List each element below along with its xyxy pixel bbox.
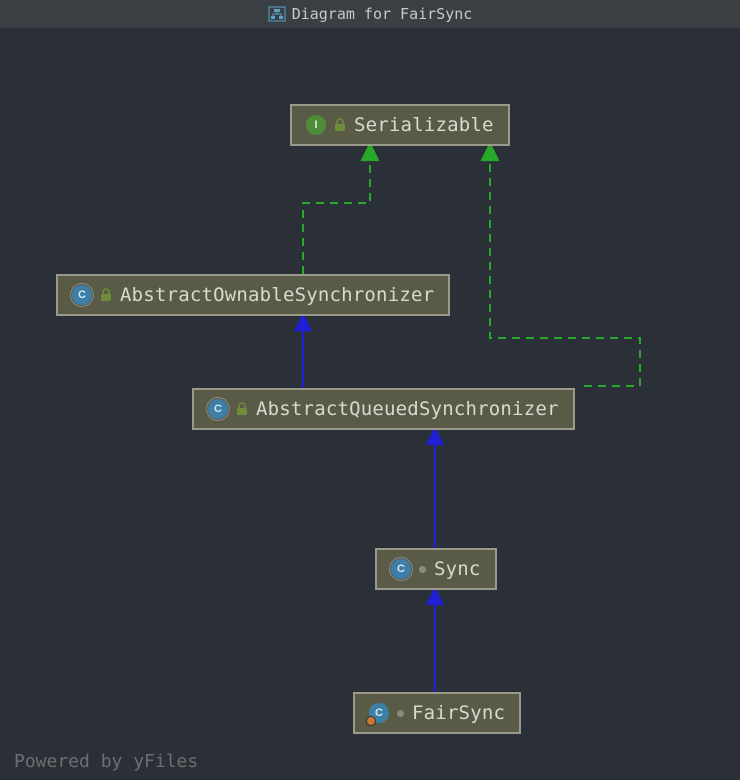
lock-icon [236,402,248,416]
node-label: AbstractOwnableSynchronizer [120,284,434,306]
interface-icon: I [306,115,326,135]
node-label: Serializable [354,114,494,136]
abstract-class-icon: C [391,559,411,579]
package-visibility-icon [419,566,426,573]
diagram-title: Diagram for FairSync [292,5,473,23]
node-label: Sync [434,558,481,580]
node-label: AbstractQueuedSynchronizer [256,398,559,420]
node-serializable[interactable]: I Serializable [290,104,510,146]
abstract-class-icon: C [208,399,228,419]
edge-implements [490,152,640,386]
lock-icon [100,288,112,302]
package-visibility-icon [397,710,404,717]
powered-by-footer: Powered by yFiles [14,751,198,772]
abstract-class-icon: C [72,285,92,305]
node-fairsync[interactable]: C FairSync [353,692,521,734]
edge-implements [303,152,370,274]
lock-icon [334,118,346,132]
node-abstract-queued-synchronizer[interactable]: C AbstractQueuedSynchronizer [192,388,575,430]
node-sync[interactable]: C Sync [375,548,497,590]
node-abstract-ownable-synchronizer[interactable]: C AbstractOwnableSynchronizer [56,274,450,316]
node-label: FairSync [412,702,505,724]
hierarchy-icon [268,6,286,22]
diagram-header: Diagram for FairSync [0,0,740,28]
final-class-icon: C [369,703,389,723]
diagram-canvas[interactable]: I Serializable C AbstractOwnableSynchron… [0,28,740,780]
